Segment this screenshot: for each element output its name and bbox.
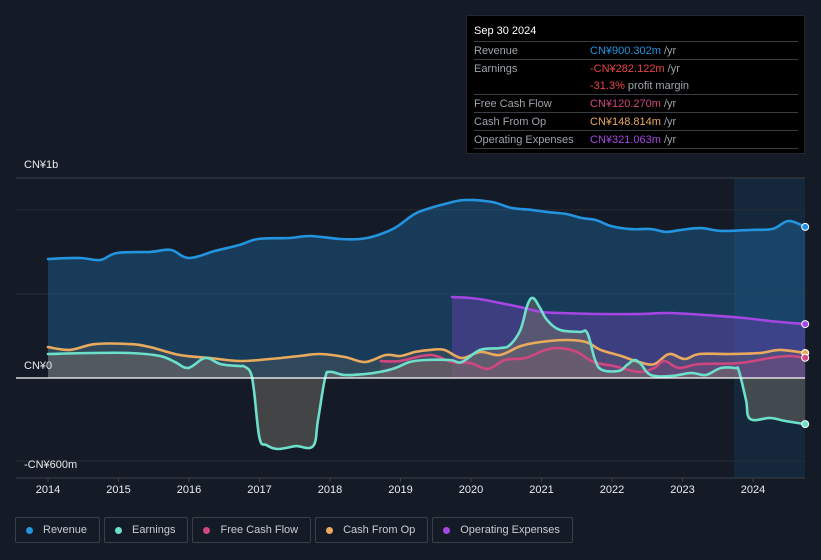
legend-item-operating-expenses[interactable]: Operating Expenses — [432, 517, 573, 543]
x-tick-label: 2016 — [176, 484, 202, 496]
tooltip-value-suffix: /yr — [664, 62, 680, 75]
tooltip-row-label: Revenue — [474, 44, 519, 57]
tooltip-value-amount: CN¥120.270m — [590, 97, 661, 110]
tooltip-row-label: Earnings — [474, 62, 518, 75]
tooltip-value-suffix: /yr — [660, 97, 677, 110]
x-tick-label: 2023 — [670, 484, 695, 496]
revenue-endpoint — [801, 222, 810, 231]
x-tick-label: 2020 — [458, 484, 484, 496]
tooltip-row-label: Operating Expenses — [474, 133, 574, 146]
legend-dot-icon — [115, 526, 123, 534]
x-tick-label: 2017 — [247, 484, 272, 496]
tooltip-row: Revenue CN¥900.302m /yr — [474, 42, 798, 60]
tooltip-value-suffix: profit margin — [624, 79, 690, 92]
x-tick-label: 2015 — [106, 484, 131, 496]
legend-dot-icon — [26, 526, 33, 534]
y-tick-label-0: CN¥0 — [24, 360, 53, 372]
tooltip-value-amount: CN¥148.814m — [590, 115, 661, 128]
tooltip-value-amount: -CN¥282.122m — [590, 62, 665, 75]
y-tick-label-1b: CN¥1b — [24, 159, 59, 171]
legend-item-free-cash-flow[interactable]: Free Cash Flow — [192, 517, 312, 543]
earnings-endpoint — [801, 420, 810, 429]
tooltip-row-value: -CN¥282.122m /yr — [590, 63, 680, 75]
tooltip-row-value: CN¥900.302m /yr — [590, 45, 676, 57]
legend-dot-icon — [326, 526, 334, 534]
tooltip-panel: Sep 30 2024 Revenue CN¥900.302m /yr Earnin… — [466, 15, 805, 154]
tooltip-value-suffix: /yr — [660, 44, 677, 57]
tooltip-row-value: -31.3% profit margin — [590, 80, 689, 92]
legend-label: Revenue — [43, 524, 88, 536]
legend-dot-icon — [443, 526, 451, 534]
tooltip-row-label: Free Cash Flow — [474, 97, 552, 110]
x-tick-label: 2024 — [740, 484, 766, 496]
tooltip-date: Sep 30 2024 — [474, 24, 798, 42]
legend-label: Operating Expenses — [460, 524, 560, 536]
tooltip-row: Free Cash Flow CN¥120.270m /yr — [474, 95, 798, 113]
operating-expenses-endpoint — [801, 320, 810, 329]
tooltip-value-suffix: /yr — [660, 133, 677, 146]
legend-label: Free Cash Flow — [220, 524, 299, 536]
legend-item-revenue[interactable]: Revenue — [15, 517, 101, 543]
x-tick-label: 2021 — [529, 484, 554, 496]
tooltip-row-value: CN¥120.270m /yr — [590, 98, 676, 110]
legend-label: Cash From Op — [343, 524, 416, 536]
tooltip-value-suffix: /yr — [660, 115, 677, 128]
tooltip-row-value: CN¥321.063m /yr — [590, 134, 676, 146]
legend-dot-icon — [203, 526, 211, 534]
tooltip-value-amount: CN¥900.302m — [590, 44, 661, 57]
x-tick-label: 2018 — [317, 484, 343, 496]
tooltip-value-amount: CN¥321.063m — [590, 133, 661, 146]
tooltip-row: -31.3% profit margin — [474, 77, 798, 95]
x-tick-label: 2014 — [35, 484, 61, 496]
tooltip-row-label: Cash From Op — [474, 115, 547, 128]
legend-item-earnings[interactable]: Earnings — [104, 517, 189, 543]
x-tick-label: 2019 — [388, 484, 413, 496]
tooltip-row: Earnings -CN¥282.122m /yr — [474, 60, 798, 77]
x-tick-label: 2022 — [599, 484, 625, 496]
tooltip-row: Operating Expenses CN¥321.063m /yr — [474, 131, 798, 149]
legend: Revenue Earnings Free Cash Flow Cash From O… — [15, 517, 573, 543]
tooltip-value-amount: -31.3% — [590, 79, 625, 92]
free-cash-flow-endpoint — [801, 353, 810, 362]
legend-label: Earnings — [132, 524, 176, 536]
tooltip-row-value: CN¥148.814m /yr — [590, 116, 676, 128]
tooltip-row: Cash From Op CN¥148.814m /yr — [474, 113, 798, 131]
y-tick-label-neg600m: -CN¥600m — [24, 459, 78, 471]
legend-item-cash-from-op[interactable]: Cash From Op — [315, 517, 429, 543]
